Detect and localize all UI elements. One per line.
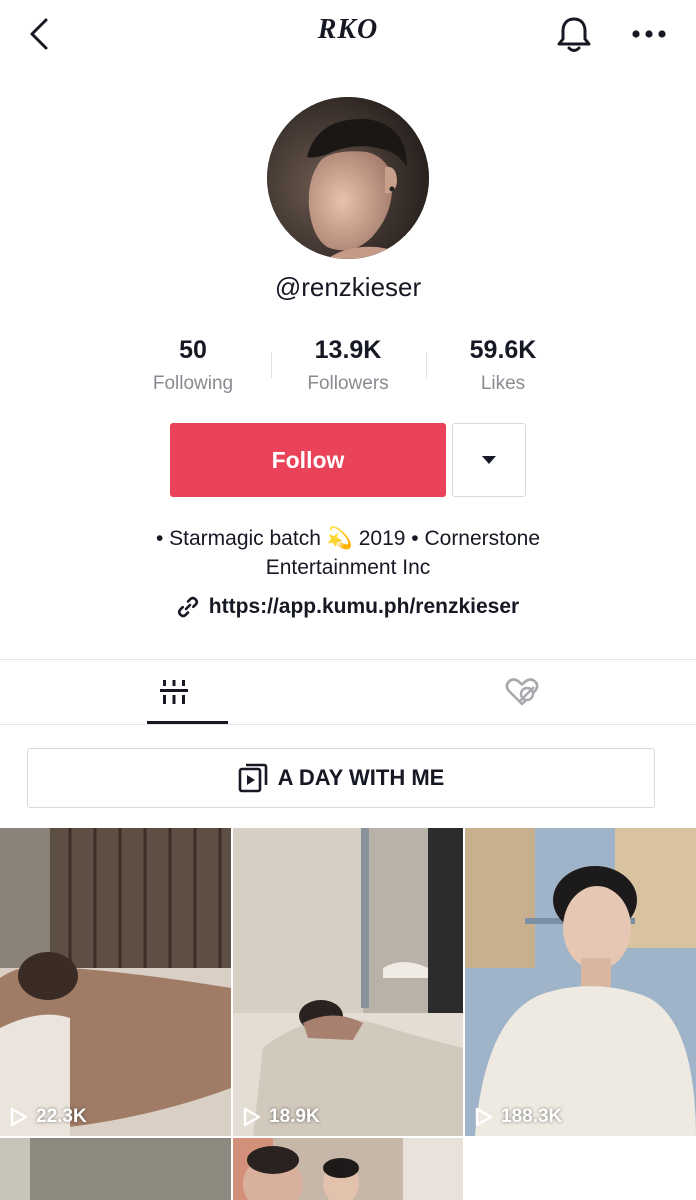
tab-liked[interactable] bbox=[348, 660, 696, 724]
follow-button[interactable]: Follow bbox=[170, 423, 446, 497]
play-icon bbox=[10, 1107, 28, 1127]
suggested-accounts-button[interactable] bbox=[452, 423, 526, 497]
playlist-label: A DAY WITH ME bbox=[277, 765, 445, 790]
bio-text: • Starmagic batch bbox=[155, 527, 321, 550]
play-icon bbox=[475, 1107, 493, 1127]
bell-icon bbox=[557, 17, 591, 52]
top-bar: RKO bbox=[0, 0, 696, 66]
bio-link[interactable]: https://app.kumu.ph/renzkieser bbox=[0, 595, 696, 619]
likes-label: Likes bbox=[480, 373, 526, 394]
likes-count: 59.6K bbox=[469, 336, 537, 364]
caret-down-icon bbox=[482, 456, 496, 464]
link-icon bbox=[177, 596, 198, 618]
notifications-button[interactable] bbox=[552, 12, 596, 56]
play-icon bbox=[243, 1107, 261, 1127]
view-count: 18.9K bbox=[243, 1106, 320, 1128]
more-options-button[interactable] bbox=[626, 14, 672, 54]
stat-likes[interactable]: 59.6K Likes bbox=[423, 336, 583, 395]
more-horizontal-icon bbox=[632, 30, 666, 38]
divider bbox=[0, 724, 696, 725]
stat-followers[interactable]: 13.9K Followers bbox=[268, 336, 428, 395]
playlist-icon bbox=[238, 763, 267, 793]
avatar[interactable] bbox=[267, 97, 429, 259]
grid-icon bbox=[160, 680, 188, 704]
video-thumbnail[interactable] bbox=[233, 1138, 463, 1200]
username: @renzkieser bbox=[274, 272, 422, 302]
bio: • Starmagic batch 💫 2019 • Cornerstone E… bbox=[60, 524, 636, 582]
video-thumbnail[interactable]: 188.3K bbox=[465, 828, 696, 1136]
following-label: Following bbox=[152, 373, 234, 394]
bio-text: 2019 • Cornerstone bbox=[358, 527, 541, 550]
view-count: 188.3K bbox=[475, 1106, 562, 1128]
video-thumbnail[interactable] bbox=[0, 1138, 231, 1200]
followers-label: Followers bbox=[307, 373, 389, 394]
dizzy-emoji: 💫 bbox=[326, 527, 353, 550]
view-count: 22.3K bbox=[10, 1106, 87, 1128]
tab-videos[interactable] bbox=[0, 660, 348, 724]
followers-count: 13.9K bbox=[314, 336, 382, 364]
playlist-button[interactable]: A DAY WITH ME bbox=[27, 748, 655, 808]
following-count: 50 bbox=[179, 336, 207, 364]
video-thumbnail[interactable]: 22.3K bbox=[0, 828, 231, 1136]
stat-following[interactable]: 50 Following bbox=[113, 336, 273, 395]
bio-text: Entertainment Inc bbox=[265, 556, 431, 579]
hidden-heart-icon bbox=[505, 678, 539, 706]
link-text[interactable]: https://app.kumu.ph/renzkieser bbox=[209, 595, 519, 619]
video-thumbnail[interactable]: 18.9K bbox=[233, 828, 463, 1136]
